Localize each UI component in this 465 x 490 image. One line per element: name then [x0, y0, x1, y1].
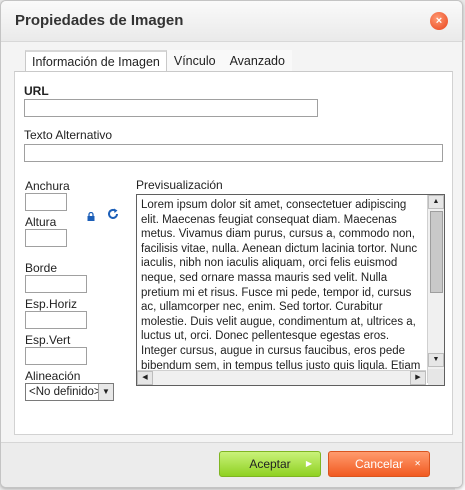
tab-bar: Información de Imagen Vínculo Avanzado	[25, 50, 292, 73]
lock-ratio-icon[interactable]	[87, 212, 95, 221]
vspace-label: Esp.Vert	[25, 333, 71, 347]
accept-button-label: Aceptar	[249, 457, 291, 471]
scroll-up-icon[interactable]: ▲	[428, 195, 444, 209]
dialog-title: Propiedades de Imagen	[15, 12, 184, 29]
align-select[interactable]: <No definido> ▼	[25, 383, 114, 401]
vspace-input[interactable]	[25, 347, 87, 365]
preview-label: Previsualización	[136, 178, 223, 192]
url-input[interactable]	[24, 99, 318, 117]
close-icon[interactable]: ×	[430, 12, 448, 30]
align-selected-value: <No definido>	[29, 386, 101, 398]
tab-link[interactable]: Vínculo	[166, 50, 223, 72]
arrow-right-icon: ▶	[305, 459, 312, 468]
scroll-left-icon[interactable]: ◀	[137, 371, 153, 385]
width-label: Anchura	[25, 179, 70, 193]
tab-image-info[interactable]: Información de Imagen	[25, 50, 167, 73]
alt-text-label: Texto Alternativo	[24, 128, 113, 142]
scrollbar-thumb[interactable]	[430, 211, 443, 293]
border-label: Borde	[25, 261, 58, 275]
width-input[interactable]	[25, 193, 67, 211]
align-label: Alineación	[25, 369, 81, 383]
scrollbar-corner	[428, 369, 444, 385]
close-x-icon: ✕	[414, 459, 421, 468]
image-properties-dialog: Propiedades de Imagen × Información de I…	[0, 0, 463, 488]
hspace-label: Esp.Horiz	[25, 297, 78, 311]
vertical-scrollbar[interactable]: ▲ ▼	[427, 195, 444, 383]
scroll-down-icon[interactable]: ▼	[428, 353, 444, 367]
height-label: Altura	[25, 215, 57, 229]
reset-size-icon[interactable]	[107, 208, 119, 220]
scroll-right-icon[interactable]: ▶	[410, 371, 426, 385]
accept-button[interactable]: Aceptar ▶	[219, 451, 321, 477]
alt-text-input[interactable]	[24, 144, 443, 162]
preview-box[interactable]: Lorem ipsum dolor sit amet, consectetuer…	[136, 194, 445, 386]
cancel-button[interactable]: Cancelar ✕	[328, 451, 430, 477]
horizontal-scrollbar[interactable]: ◀ ▶	[137, 370, 426, 385]
height-input[interactable]	[25, 229, 67, 247]
hspace-input[interactable]	[25, 311, 87, 329]
preview-text: Lorem ipsum dolor sit amet, consectetuer…	[141, 199, 421, 385]
dialog-titlebar[interactable]: Propiedades de Imagen ×	[1, 1, 462, 42]
chevron-down-icon[interactable]: ▼	[98, 384, 113, 400]
url-label: URL	[24, 84, 49, 98]
cancel-button-label: Cancelar	[354, 457, 404, 471]
border-input[interactable]	[25, 275, 87, 293]
dialog-footer: Aceptar ▶ Cancelar ✕	[1, 442, 462, 487]
tab-advanced[interactable]: Avanzado	[222, 50, 292, 72]
